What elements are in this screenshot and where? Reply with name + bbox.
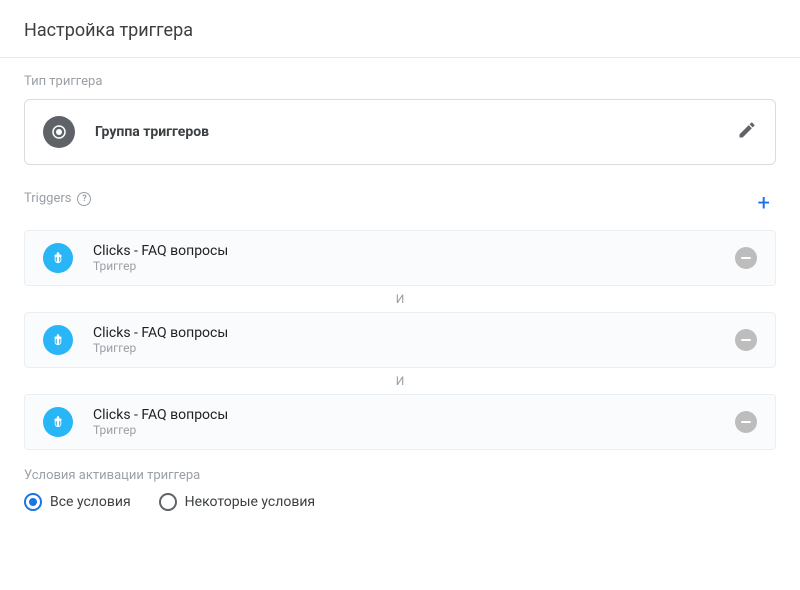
trigger-sublabel: Триггер xyxy=(93,341,715,355)
connector-label: И xyxy=(24,286,776,312)
radio-icon xyxy=(24,493,42,511)
trigger-type-value: Группа триггеров xyxy=(95,124,209,140)
trigger-name: Clicks - FAQ вопросы xyxy=(93,407,715,423)
trigger-sublabel: Триггер xyxy=(93,259,715,273)
condition-some-radio[interactable]: Некоторые условия xyxy=(159,493,315,511)
page-title: Настройка триггера xyxy=(24,20,776,41)
add-trigger-button[interactable]: + xyxy=(752,189,776,218)
trigger-name: Clicks - FAQ вопросы xyxy=(93,243,715,259)
trigger-sublabel: Триггер xyxy=(93,423,715,437)
click-icon xyxy=(43,243,73,273)
help-icon[interactable]: ? xyxy=(77,192,91,206)
triggers-label: Triggers ? xyxy=(24,191,91,206)
click-icon xyxy=(43,325,73,355)
remove-trigger-button[interactable] xyxy=(735,411,757,433)
conditions-label: Условия активации триггера xyxy=(24,468,776,483)
trigger-group-icon xyxy=(43,116,75,148)
trigger-name: Clicks - FAQ вопросы xyxy=(93,325,715,341)
trigger-row[interactable]: Clicks - FAQ вопросыТриггер xyxy=(24,230,776,286)
remove-trigger-button[interactable] xyxy=(735,247,757,269)
condition-all-radio[interactable]: Все условия xyxy=(24,493,131,511)
radio-label: Все условия xyxy=(50,494,131,510)
trigger-row[interactable]: Clicks - FAQ вопросыТриггер xyxy=(24,312,776,368)
trigger-type-card[interactable]: Группа триггеров xyxy=(24,99,776,165)
trigger-type-label: Тип триггера xyxy=(24,74,776,89)
radio-label: Некоторые условия xyxy=(185,494,315,510)
remove-trigger-button[interactable] xyxy=(735,329,757,351)
radio-icon xyxy=(159,493,177,511)
trigger-row[interactable]: Clicks - FAQ вопросыТриггер xyxy=(24,394,776,450)
click-icon xyxy=(43,407,73,437)
edit-type-button[interactable] xyxy=(737,120,757,144)
conditions-radio-group: Все условия Некоторые условия xyxy=(24,493,776,511)
connector-label: И xyxy=(24,368,776,394)
